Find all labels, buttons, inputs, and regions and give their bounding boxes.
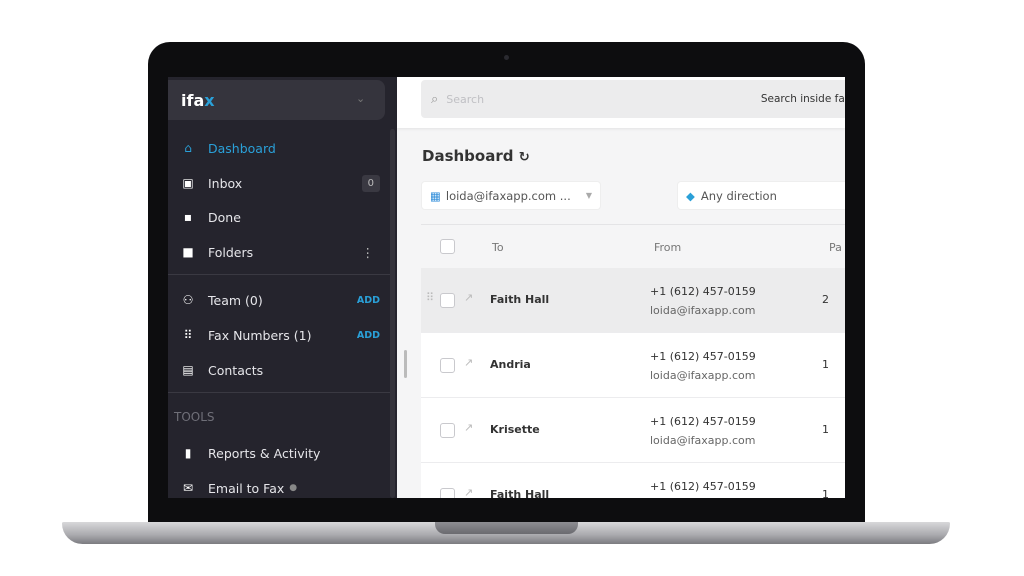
table-row[interactable]: ↗ Krisette +1 (612) 457-0159 loida@ifaxapp.… — [421, 398, 845, 463]
search-icon: ⌕ — [431, 91, 439, 107]
done-folder-icon: ▪ — [183, 210, 193, 224]
info-icon[interactable]: ● — [289, 483, 297, 493]
bar-chart-icon: ▮ — [184, 446, 192, 460]
direction-filter[interactable]: ◆ Any direction — [678, 182, 845, 209]
sender-email: loida@ifaxapp.com — [650, 434, 756, 447]
sender-phone: +1 (612) 457-0159 — [650, 480, 756, 493]
row-checkbox[interactable] — [440, 358, 455, 373]
sidebar-item-folders[interactable]: ■ Folders ⋮ — [168, 237, 388, 267]
search-input[interactable]: ⌕ Search Search inside fax — [421, 80, 845, 118]
recipient-name: Faith Hall — [490, 293, 550, 306]
contact-icon: ▤ — [182, 363, 194, 377]
sidebar-item-dashboard[interactable]: ⌂ Dashboard — [168, 133, 388, 163]
page-count: 1 — [822, 488, 829, 498]
page-count: 2 — [822, 293, 829, 306]
inbox-count-badge: 0 — [361, 174, 380, 192]
table-header: To From Pa — [421, 224, 845, 267]
page-title: Dashboard ↻ — [422, 147, 530, 165]
team-icon: ⚇ — [182, 293, 194, 307]
sidebar-item-team[interactable]: ⚇ Team (0) ADD — [168, 285, 388, 315]
recipient-name: Andria — [490, 358, 531, 371]
table-row[interactable]: ↗ Andria +1 (612) 457-0159 loida@ifaxapp.co… — [421, 333, 845, 398]
home-icon: ⌂ — [184, 141, 192, 155]
row-checkbox[interactable] — [440, 423, 455, 438]
sidebar-item-email-to-fax[interactable]: ✉ Email to Fax ● — [168, 473, 388, 498]
outgoing-arrow-icon: ↗ — [464, 486, 474, 498]
sidebar: ifax ⌄ ⌂ Dashboard ▣ Inbox 0 ▪ Done ■ Folders… — [168, 77, 397, 498]
add-team-button[interactable]: ADD — [357, 295, 380, 306]
sender-phone: +1 (612) 457-0159 — [650, 285, 756, 298]
divider — [168, 274, 390, 275]
chevron-down-icon[interactable]: ⌄ — [356, 92, 365, 105]
camera — [504, 55, 509, 60]
resize-handle[interactable] — [404, 350, 407, 378]
sender-phone: +1 (612) 457-0159 — [650, 415, 756, 428]
section-tools-label: TOOLS — [174, 410, 215, 424]
refresh-icon[interactable]: ↻ — [519, 150, 530, 165]
sidebar-item-done[interactable]: ▪ Done — [168, 202, 388, 232]
search-inside-fax-toggle[interactable]: Search inside fax — [761, 93, 845, 105]
ifax-logo: ifax — [181, 91, 215, 110]
recipient-name: Faith Hall — [490, 488, 550, 498]
sender-email: loida@ifaxapp.com — [650, 304, 756, 317]
folder-icon: ■ — [182, 245, 194, 259]
account-switcher[interactable]: ifax ⌄ — [168, 80, 385, 120]
direction-icon: ◆ — [686, 188, 695, 203]
row-checkbox[interactable] — [440, 293, 455, 308]
table-row[interactable]: ⠿ ↗ Faith Hall +1 (612) 457-0159 loida@ifaxa… — [421, 268, 845, 333]
table-row[interactable]: ↗ Faith Hall +1 (612) 457-0159 1 — [421, 463, 845, 498]
sidebar-item-fax-numbers[interactable]: ⠿ Fax Numbers (1) ADD — [168, 320, 388, 350]
more-options-icon[interactable]: ⋮ — [362, 245, 375, 260]
sender-email: loida@ifaxapp.com — [650, 369, 756, 382]
divider — [168, 392, 390, 393]
dialpad-icon: ⠿ — [183, 328, 193, 342]
account-filter[interactable]: ▦ loida@ifaxapp.com ... ▼ — [422, 182, 600, 209]
mail-icon: ✉ — [182, 481, 194, 495]
main-content: ⌕ Search Search inside fax Dashboard ↻ ▦… — [397, 77, 845, 498]
page-count: 1 — [822, 358, 829, 371]
outgoing-arrow-icon: ↗ — [464, 421, 474, 434]
add-fax-number-button[interactable]: ADD — [357, 330, 380, 341]
sidebar-item-inbox[interactable]: ▣ Inbox 0 — [168, 168, 388, 198]
top-bar: ⌕ Search Search inside fax — [397, 77, 845, 128]
sidebar-scrollbar[interactable] — [390, 129, 395, 498]
outgoing-arrow-icon: ↗ — [464, 291, 474, 304]
sidebar-item-contacts[interactable]: ▤ Contacts — [168, 355, 388, 385]
laptop-notch — [435, 522, 578, 534]
grid-icon: ▦ — [430, 188, 441, 203]
drag-handle-icon[interactable]: ⠿ — [426, 291, 434, 304]
screen: ifax ⌄ ⌂ Dashboard ▣ Inbox 0 ▪ Done ■ Folders… — [168, 77, 845, 498]
sender-phone: +1 (612) 457-0159 — [650, 350, 756, 363]
sidebar-item-reports[interactable]: ▮ Reports & Activity — [168, 438, 388, 468]
page-count: 1 — [822, 423, 829, 436]
recipient-name: Krisette — [490, 423, 540, 436]
outgoing-arrow-icon: ↗ — [464, 356, 474, 369]
chevron-down-icon: ▼ — [585, 191, 592, 200]
row-checkbox[interactable] — [440, 488, 455, 498]
inbox-icon: ▣ — [182, 176, 194, 190]
select-all-checkbox[interactable] — [440, 239, 455, 254]
